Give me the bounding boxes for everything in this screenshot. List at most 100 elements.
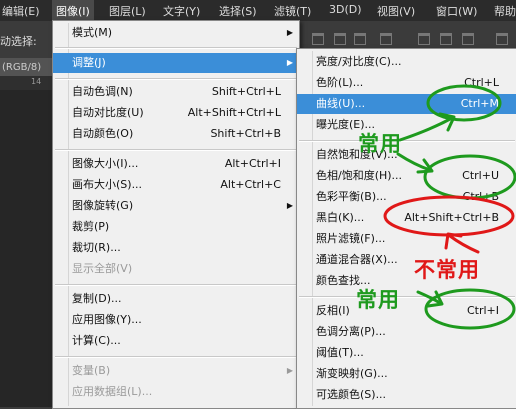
menu-item-canvas-size[interactable]: 画布大小(S)... Alt+Ctrl+C [53, 175, 299, 195]
shortcut-text: Ctrl+I [466, 304, 499, 317]
menu-item-reveal-all: 显示全部(V) [53, 259, 299, 279]
submenu-arrow-icon: ▶ [286, 366, 293, 375]
menu-separator [55, 47, 297, 49]
menu-item-apply-image[interactable]: 应用图像(Y)... [53, 310, 299, 330]
menu-item-label: 色调分离(P)... [316, 325, 386, 338]
menu-item-label: 应用图像(Y)... [72, 313, 142, 326]
shortcut-text: Alt+Ctrl+I [224, 157, 281, 170]
shortcut-text: Shift+Ctrl+B [210, 127, 281, 140]
menu-item-label: 色相/饱和度(H)... [316, 169, 403, 182]
menu-item-label: 反相(I) [316, 304, 350, 317]
shortcut-text: Alt+Shift+Ctrl+L [187, 106, 281, 119]
menu-item-invert[interactable]: 反相(I) Ctrl+I [297, 301, 516, 321]
menu-item-label: 可选颜色(S)... [316, 388, 387, 401]
ruler: 14 [0, 76, 52, 90]
menu-separator [55, 78, 297, 80]
menu-item-label: 变量(B) [72, 364, 111, 377]
image-menu: 模式(M) ▶ 调整(J) ▶ 自动色调(N) Shift+Ctrl+L 自动对… [52, 20, 300, 409]
menu-bar: 编辑(E) 图像(I) 图层(L) 文字(Y) 选择(S) 滤镜(T) 3D(D… [0, 0, 516, 21]
distribute-center-icon[interactable] [440, 33, 452, 45]
menu-item-duplicate[interactable]: 复制(D)... [53, 289, 299, 309]
menu-item-hue-saturation[interactable]: 色相/饱和度(H)... Ctrl+U [297, 166, 516, 186]
menu-window[interactable]: 窗口(W) [436, 3, 477, 19]
shortcut-text: Ctrl+U [462, 169, 499, 182]
menu-item-label: 调整(J) [72, 56, 106, 69]
align-vcenter-icon[interactable] [334, 33, 346, 45]
menu-help[interactable]: 帮助 [494, 3, 516, 19]
document-tab[interactable]: (RGB/8) [0, 58, 52, 76]
distribute-left-icon[interactable] [496, 33, 508, 45]
menu-item-label: 图像旋转(G) [72, 199, 134, 212]
menu-separator [299, 296, 515, 298]
menu-item-calculations[interactable]: 计算(C)... [53, 331, 299, 351]
menu-item-threshold[interactable]: 阈值(T)... [297, 343, 516, 363]
menu-item-label: 渐变映射(G)... [316, 367, 388, 380]
uncommon-annotation: 不常用 [414, 258, 480, 282]
menu-item-label: 黑白(K)... [316, 211, 365, 224]
menu-item-label: 自动色调(N) [72, 85, 133, 98]
menu-layer[interactable]: 图层(L) [109, 3, 146, 19]
menu-item-label: 画布大小(S)... [72, 178, 143, 191]
menu-separator [55, 284, 297, 286]
menu-item-image-rotation[interactable]: 图像旋转(G) ▶ [53, 196, 299, 216]
menu-item-label: 色阶(L)... [316, 76, 364, 89]
shortcut-text: Ctrl+L [464, 76, 499, 89]
ruler-tick-label: 14 [31, 77, 42, 86]
menu-edit[interactable]: 编辑(E) [2, 3, 40, 19]
menu-item-label: 色彩平衡(B)... [316, 190, 387, 203]
menu-item-label: 模式(M) [72, 26, 113, 39]
menu-item-vibrance[interactable]: 自然饱和度(V)... [297, 145, 516, 165]
menu-item-crop[interactable]: 裁剪(P) [53, 217, 299, 237]
menu-image[interactable]: 图像(I) [52, 0, 94, 21]
menu-item-black-white[interactable]: 黑白(K)... Alt+Shift+Ctrl+B [297, 208, 516, 228]
menu-item-exposure[interactable]: 曝光度(E)... [297, 115, 516, 135]
menu-item-auto-contrast[interactable]: 自动对比度(U) Alt+Shift+Ctrl+L [53, 103, 299, 123]
menu-item-auto-color[interactable]: 自动颜色(O) Shift+Ctrl+B [53, 124, 299, 144]
menu-item-posterize[interactable]: 色调分离(P)... [297, 322, 516, 342]
menu-item-label: 显示全部(V) [72, 262, 133, 275]
menu-item-variables: 变量(B) ▶ [53, 361, 299, 381]
menu-select[interactable]: 选择(S) [219, 3, 257, 19]
menu-3d[interactable]: 3D(D) [329, 3, 362, 16]
menu-item-label: 应用数据组(L)... [72, 385, 153, 398]
menu-item-label: 图像大小(I)... [72, 157, 139, 170]
menu-filter[interactable]: 滤镜(T) [274, 3, 311, 19]
menu-item-color-lookup[interactable]: 颜色查找... [297, 271, 516, 291]
menu-item-image-size[interactable]: 图像大小(I)... Alt+Ctrl+I [53, 154, 299, 174]
menu-item-channel-mixer[interactable]: 通道混合器(X)... [297, 250, 516, 270]
shortcut-text: Ctrl+B [462, 190, 499, 203]
submenu-arrow-icon: ▶ [286, 28, 293, 37]
menu-item-mode[interactable]: 模式(M) ▶ [53, 23, 299, 43]
canvas-workspace[interactable] [0, 90, 52, 407]
align-bottom-icon[interactable] [354, 33, 366, 45]
menu-item-label: 照片滤镜(F)... [316, 232, 386, 245]
align-top-icon[interactable] [312, 33, 324, 45]
menu-view[interactable]: 视图(V) [377, 3, 415, 19]
menu-item-adjustments[interactable]: 调整(J) ▶ [53, 53, 299, 73]
distribute-bottom-icon[interactable] [462, 33, 474, 45]
menu-item-auto-tone[interactable]: 自动色调(N) Shift+Ctrl+L [53, 82, 299, 102]
menu-item-brightness-contrast[interactable]: 亮度/对比度(C)... [297, 52, 516, 72]
menu-separator [55, 149, 297, 151]
menu-type[interactable]: 文字(Y) [163, 3, 200, 19]
menu-item-label: 裁剪(P) [72, 220, 110, 233]
menu-item-apply-data-set: 应用数据组(L)... [53, 382, 299, 402]
document-tab-label: (RGB/8) [2, 62, 42, 73]
align-left-icon[interactable] [380, 33, 392, 45]
auto-select-label: 动选择: [0, 35, 37, 48]
distribute-top-icon[interactable] [418, 33, 430, 45]
menu-item-color-balance[interactable]: 色彩平衡(B)... Ctrl+B [297, 187, 516, 207]
menu-separator [299, 140, 515, 142]
submenu-arrow-icon: ▶ [286, 58, 293, 67]
menu-item-gradient-map[interactable]: 渐变映射(G)... [297, 364, 516, 384]
shortcut-text: Alt+Ctrl+C [220, 178, 281, 191]
submenu-arrow-icon: ▶ [286, 201, 293, 210]
menu-item-curves[interactable]: 曲线(U)... Ctrl+M [297, 94, 516, 114]
menu-item-label: 通道混合器(X)... [316, 253, 398, 266]
menu-item-trim[interactable]: 裁切(R)... [53, 238, 299, 258]
menu-item-photo-filter[interactable]: 照片滤镜(F)... [297, 229, 516, 249]
menu-item-levels[interactable]: 色阶(L)... Ctrl+L [297, 73, 516, 93]
menu-item-label: 自动对比度(U) [72, 106, 144, 119]
menu-item-label: 曲线(U)... [316, 97, 366, 110]
menu-item-selective-color[interactable]: 可选颜色(S)... [297, 385, 516, 405]
